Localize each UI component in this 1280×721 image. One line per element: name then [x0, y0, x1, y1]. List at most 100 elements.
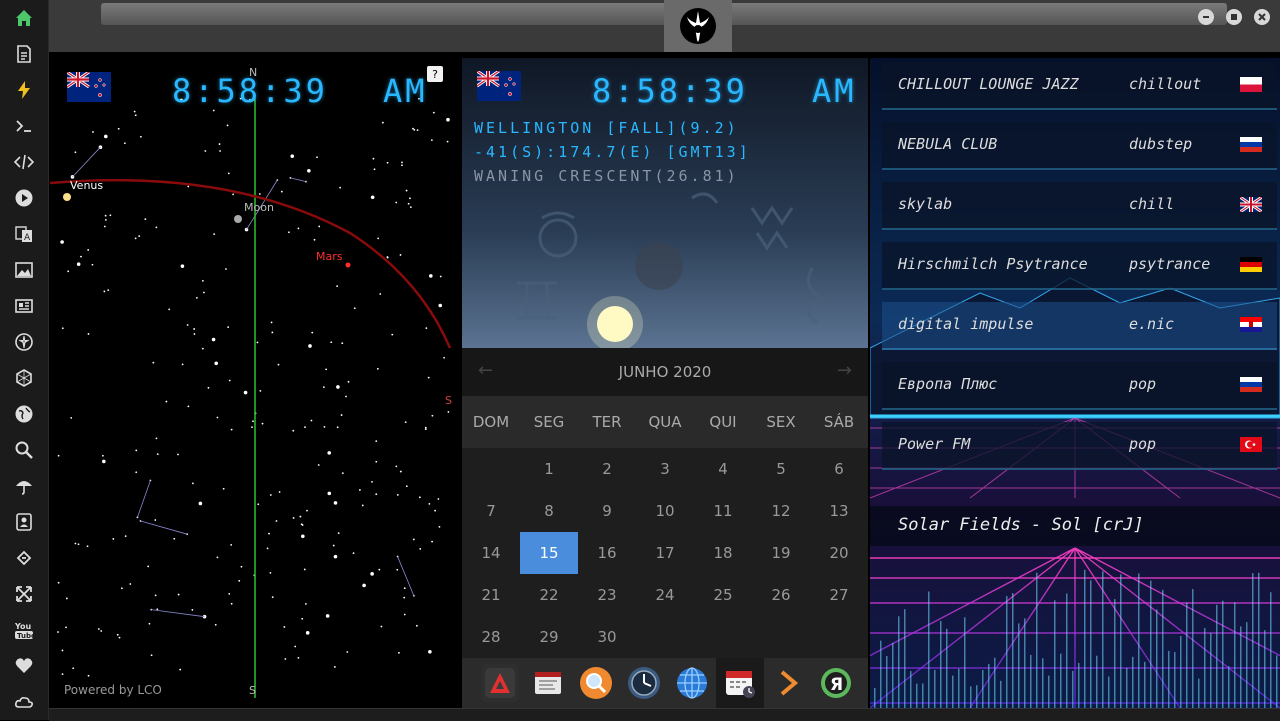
next-app-icon[interactable]: [769, 664, 807, 702]
umbrella-icon[interactable]: [12, 474, 36, 498]
calendar-day[interactable]: 5: [752, 448, 810, 490]
calendar-day[interactable]: 10: [636, 490, 694, 532]
calendar-day[interactable]: 12: [752, 490, 810, 532]
sky-map-panel[interactable]: 8:58:39 AM ? N S S Venus Moon Mars Power…: [50, 58, 460, 706]
now-playing-bar: Solar Fields - Sol [crJ]: [870, 506, 1280, 546]
youtube-icon[interactable]: You Tube: [12, 618, 36, 642]
station-row-active[interactable]: digital impulse e.nic: [882, 302, 1277, 350]
station-name: CHILLOUT LOUNGE JAZZ: [898, 75, 1079, 93]
calendar-day[interactable]: 26: [752, 574, 810, 616]
calendar-day[interactable]: 22: [520, 574, 578, 616]
next-month-button[interactable]: →: [837, 360, 852, 381]
moon-ampm: AM: [812, 72, 857, 110]
calendar-day[interactable]: 20: [810, 532, 868, 574]
calendar-day[interactable]: 1: [520, 448, 578, 490]
cloud-icon[interactable]: [12, 690, 36, 714]
calendar-day[interactable]: 23: [578, 574, 636, 616]
calendar-day[interactable]: 21: [462, 574, 520, 616]
expand-icon[interactable]: [12, 582, 36, 606]
link-icon[interactable]: [12, 546, 36, 570]
calendar-day[interactable]: 11: [694, 490, 752, 532]
calendar-day-selected[interactable]: 15: [520, 532, 578, 574]
rebel-icon[interactable]: [12, 330, 36, 354]
calendar-day[interactable]: 9: [578, 490, 636, 532]
nz-flag-icon: [66, 70, 111, 102]
home-icon[interactable]: [12, 6, 36, 30]
translate-icon[interactable]: A: [12, 222, 36, 246]
location-line: WELLINGTON [FALL](9.2): [474, 119, 739, 137]
clock-app-icon[interactable]: [625, 664, 663, 702]
heart-icon[interactable]: [12, 654, 36, 678]
calendar-day[interactable]: 3: [636, 448, 694, 490]
calendar-day[interactable]: 14: [462, 532, 520, 574]
calendar-header: ← JUNHO 2020 →: [462, 348, 868, 396]
contact-icon[interactable]: [12, 510, 36, 534]
document-icon[interactable]: [12, 42, 36, 66]
play-icon[interactable]: [12, 186, 36, 210]
calendar-day[interactable]: 18: [694, 532, 752, 574]
globe-icon[interactable]: [12, 402, 36, 426]
calendar-day[interactable]: 25: [694, 574, 752, 616]
image-icon[interactable]: [12, 258, 36, 282]
station-row[interactable]: skylab chill: [882, 182, 1277, 230]
news-icon[interactable]: [12, 294, 36, 318]
coords-line: -41(S):174.7(E) [GMT13]: [474, 143, 751, 161]
calendar-day[interactable]: 13: [810, 490, 868, 532]
calendar-day[interactable]: 19: [752, 532, 810, 574]
calendar-day[interactable]: 8: [520, 490, 578, 532]
station-name: Hirschmilch Psytrance: [898, 255, 1088, 273]
calendar-panel: ← JUNHO 2020 → DOM SEG TER QUA QUI SEX S…: [462, 348, 868, 658]
weekday-label: SÁB: [823, 413, 855, 431]
hexagon-icon[interactable]: [12, 366, 36, 390]
nz-flag-icon-2: [476, 69, 521, 101]
station-row[interactable]: Европа Плюс pop: [882, 362, 1277, 410]
station-name: skylab: [898, 195, 953, 213]
notes-icon[interactable]: [529, 664, 567, 702]
station-row[interactable]: Hirschmilch Psytrance psytrance: [882, 242, 1277, 290]
moon-clock: 8:58:39: [592, 72, 748, 110]
terminal-icon[interactable]: [12, 114, 36, 138]
rebel-emblem-tab[interactable]: [664, 0, 732, 52]
germany-flag-icon: [1240, 257, 1262, 272]
calendar-day[interactable]: 7: [462, 490, 520, 532]
calendar-day[interactable]: 17: [636, 532, 694, 574]
calendar-day[interactable]: 27: [810, 574, 868, 616]
search-app-icon[interactable]: [577, 664, 615, 702]
top-bar: [49, 0, 1280, 52]
calendar-day[interactable]: 29: [520, 616, 578, 658]
station-row[interactable]: CHILLOUT LOUNGE JAZZ chillout: [882, 62, 1277, 110]
weekday-label: DOM: [472, 413, 510, 431]
calendar-day[interactable]: 16: [578, 532, 636, 574]
south-label: S: [249, 684, 256, 697]
now-playing-title: Solar Fields - Sol [crJ]: [898, 515, 1144, 535]
station-row[interactable]: Power FM pop: [882, 422, 1277, 470]
calendar-day[interactable]: 24: [636, 574, 694, 616]
calendar-day[interactable]: 4: [694, 448, 752, 490]
svg-text:Я: Я: [830, 675, 843, 695]
station-name: digital impulse: [898, 315, 1034, 333]
search-icon[interactable]: [12, 438, 36, 462]
calendar-day[interactable]: 28: [462, 616, 520, 658]
calendar-day[interactable]: 6: [810, 448, 868, 490]
bolt-icon[interactable]: [12, 78, 36, 102]
prev-month-button[interactable]: ←: [478, 360, 493, 381]
help-button[interactable]: ?: [427, 66, 443, 82]
calendar-day[interactable]: 2: [578, 448, 636, 490]
app-a-icon[interactable]: [481, 664, 519, 702]
yandex-icon[interactable]: Я: [817, 664, 855, 702]
svg-text:A: A: [24, 233, 31, 243]
station-name: NEBULA CLUB: [898, 135, 998, 153]
code-icon[interactable]: [12, 150, 36, 174]
calendar-app-icon[interactable]: [716, 658, 764, 708]
globe-app-icon[interactable]: [673, 664, 711, 702]
station-genre: psytrance: [1129, 255, 1211, 273]
east-label: S: [445, 394, 452, 407]
north-label: N: [249, 66, 258, 79]
station-row[interactable]: NEBULA CLUB dubstep: [882, 122, 1277, 170]
close-button[interactable]: [1254, 9, 1270, 25]
maximize-button[interactable]: [1226, 9, 1242, 25]
turkey-flag-icon: [1240, 437, 1262, 452]
station-name: Европа Плюс: [898, 375, 998, 393]
minimize-button[interactable]: [1198, 9, 1214, 25]
calendar-day[interactable]: 30: [578, 616, 636, 658]
